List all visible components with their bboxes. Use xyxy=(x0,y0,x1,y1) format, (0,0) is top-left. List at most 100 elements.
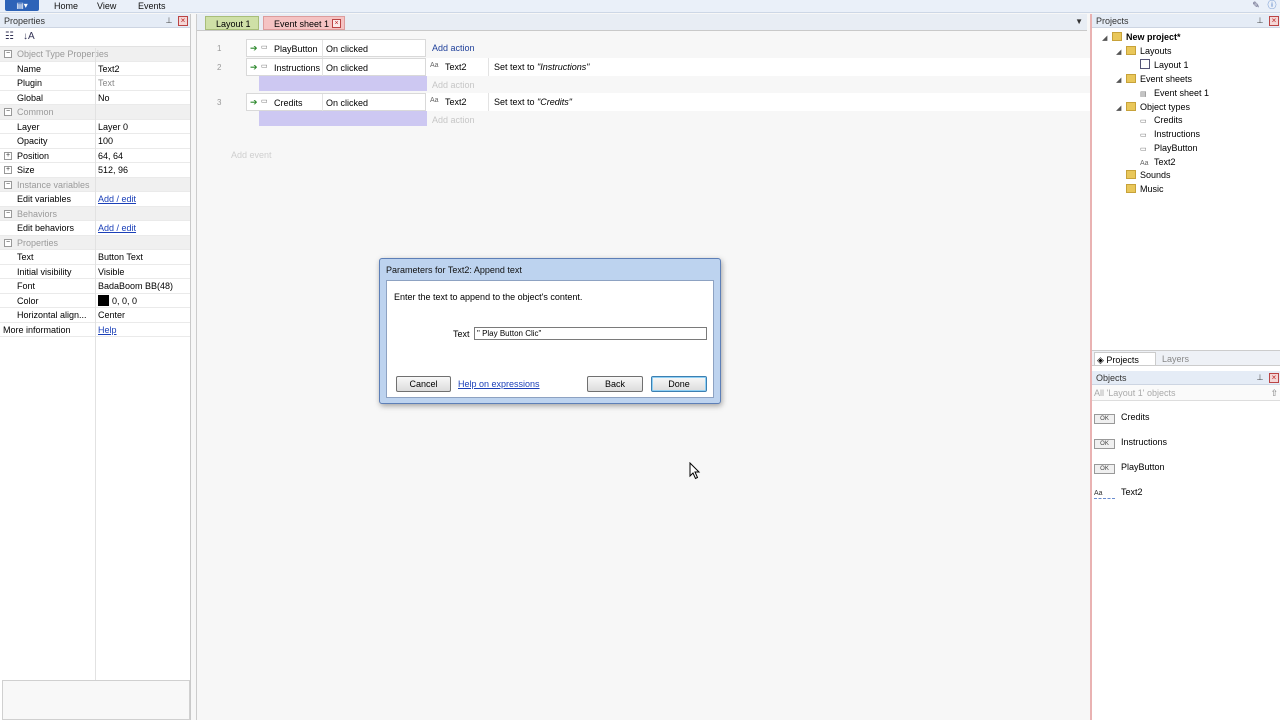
property-name: Layer xyxy=(17,121,40,132)
pin-icon[interactable]: ⊥ xyxy=(164,15,174,26)
property-link[interactable]: Help xyxy=(98,323,190,337)
color-swatch[interactable] xyxy=(98,294,109,306)
tree-item-event-sheet-1[interactable]: ▤ Event sheet 1 xyxy=(1140,87,1209,100)
ribbon-tab-home[interactable]: Home xyxy=(54,0,78,12)
event-condition[interactable]: ➔ ▭ Credits On clicked xyxy=(246,93,426,112)
text-expression-input[interactable] xyxy=(474,327,707,340)
object-item-credits[interactable]: OK Credits xyxy=(1094,410,1150,424)
add-action-link[interactable]: Add action xyxy=(432,80,475,90)
object-item-text2[interactable]: Aa Text2 xyxy=(1094,485,1143,499)
expand-icon[interactable]: + xyxy=(4,151,12,160)
tree-label: Layouts xyxy=(1140,46,1172,56)
cancel-button[interactable]: Cancel xyxy=(396,376,451,392)
button-object-icon: ▭ xyxy=(261,44,268,51)
collapse-icon[interactable]: − xyxy=(4,209,12,218)
done-button[interactable]: Done xyxy=(651,376,707,392)
property-value[interactable]: 512, 96 xyxy=(98,163,190,177)
text-object-icon: Aa xyxy=(1094,489,1115,499)
collapse-icon[interactable]: ◢ xyxy=(1116,102,1126,115)
add-event-link[interactable]: Add event xyxy=(231,150,272,160)
tab-event-sheet-1[interactable]: Event sheet 1 × xyxy=(263,16,345,30)
object-item-playbutton[interactable]: OK PlayButton xyxy=(1094,460,1165,474)
close-icon[interactable]: × xyxy=(1269,373,1279,383)
pin-icon[interactable]: ✎ xyxy=(1251,0,1261,11)
property-value[interactable]: Text2 xyxy=(98,62,190,76)
dialog-title: Parameters for Text2: Append text xyxy=(386,265,522,275)
objects-filter[interactable]: All 'Layout 1' objects ⇧ xyxy=(1092,385,1280,401)
trigger-arrow-icon: ➔ xyxy=(250,97,258,107)
close-icon[interactable]: × xyxy=(1269,16,1279,26)
property-value[interactable]: 0, 0, 0 xyxy=(98,294,190,308)
tab-projects[interactable]: ◈ Projects xyxy=(1094,352,1156,366)
categorized-sort-icon[interactable]: ☷ xyxy=(5,31,14,42)
collapse-icon[interactable]: ◢ xyxy=(1116,74,1126,87)
info-icon[interactable]: ⓘ xyxy=(1267,0,1277,11)
tree-item-object-type[interactable]: ▭ PlayButton xyxy=(1140,142,1198,155)
close-icon[interactable]: × xyxy=(178,16,188,26)
tree-item-sounds[interactable]: Sounds xyxy=(1126,169,1171,182)
property-value[interactable]: Visible xyxy=(98,265,190,279)
event-condition[interactable]: ➔ ▭ Instructions On clicked xyxy=(246,58,426,77)
properties-panel: Properties ⊥ × ☷ ↓A − Object Type Propert… xyxy=(0,14,191,720)
event-number: 1 xyxy=(217,44,222,53)
tree-item-layout-1[interactable]: Layout 1 xyxy=(1140,59,1189,72)
alphabetical-sort-icon[interactable]: ↓A xyxy=(23,31,35,42)
tree-item-object-types[interactable]: ◢ Object types xyxy=(1116,101,1190,114)
tree-item-music[interactable]: Music xyxy=(1126,183,1164,196)
property-value[interactable]: 100 xyxy=(98,134,190,148)
collapse-icon[interactable]: − xyxy=(4,238,12,247)
objects-title-bar: Objects ⊥ × xyxy=(1092,371,1280,385)
application-menu-button[interactable]: ▤▾ xyxy=(5,0,39,11)
collapse-icon[interactable]: ◢ xyxy=(1102,32,1112,45)
property-name: Text xyxy=(17,252,34,262)
tab-label: Layout 1 xyxy=(216,19,251,29)
event-action[interactable]: Aa Text2 Set text to "Instructions" xyxy=(426,58,1100,76)
tab-layout-1[interactable]: Layout 1 xyxy=(205,16,259,30)
up-folder-icon[interactable]: ⇧ xyxy=(1270,385,1278,401)
pin-icon[interactable]: ⊥ xyxy=(1255,372,1265,383)
collapse-icon[interactable]: − xyxy=(4,180,12,189)
collapse-icon[interactable]: ◢ xyxy=(1116,46,1126,59)
condition-object: Instructions xyxy=(274,63,321,73)
tab-list-dropdown-icon[interactable]: ▼ xyxy=(1075,17,1083,26)
close-icon[interactable]: × xyxy=(332,19,341,28)
collapse-icon[interactable]: − xyxy=(4,108,12,116)
tab-layers[interactable]: Layers xyxy=(1160,352,1189,366)
tree-item-event-sheets[interactable]: ◢ Event sheets xyxy=(1116,73,1192,86)
ribbon-tab-view[interactable]: View xyxy=(97,0,116,12)
tree-item-object-type[interactable]: ▭ Instructions xyxy=(1140,128,1200,141)
action-argument: "Credits" xyxy=(537,97,572,107)
collapse-icon[interactable]: − xyxy=(4,50,12,58)
ribbon-tab-events[interactable]: Events xyxy=(138,0,166,12)
add-action-link[interactable]: Add action xyxy=(432,43,475,53)
tree-item-layouts[interactable]: ◢ Layouts xyxy=(1116,45,1172,58)
trigger-arrow-icon: ➔ xyxy=(250,43,258,53)
help-on-expressions-link[interactable]: Help on expressions xyxy=(458,379,540,389)
back-button[interactable]: Back xyxy=(587,376,643,392)
event-number: 2 xyxy=(217,63,222,72)
tree-item-project[interactable]: ◢ New project* xyxy=(1102,31,1181,44)
property-link[interactable]: Add / edit xyxy=(98,221,190,235)
property-value[interactable]: Text xyxy=(98,76,190,90)
property-value[interactable]: Center xyxy=(98,308,190,322)
event-condition[interactable]: ➔ ▭ PlayButton On clicked xyxy=(246,39,426,58)
pin-icon[interactable]: ⊥ xyxy=(1255,15,1265,26)
property-value[interactable]: BadaBoom BB(48) xyxy=(98,279,190,293)
object-item-instructions[interactable]: OK Instructions xyxy=(1094,435,1167,449)
property-name: Edit variables xyxy=(17,194,72,204)
property-value[interactable]: No xyxy=(98,91,190,105)
property-value[interactable]: Button Text xyxy=(98,250,190,264)
button-object-icon: ▭ xyxy=(1140,132,1147,139)
append-text-dialog: Parameters for Text2: Append text Enter … xyxy=(379,258,721,404)
tree-item-object-type[interactable]: ▭ Credits xyxy=(1140,114,1183,127)
ribbon: ▤▾ Home View Events ✎ ⓘ xyxy=(0,0,1280,13)
add-action-link[interactable]: Add action xyxy=(432,115,475,125)
expand-icon[interactable]: + xyxy=(4,166,12,174)
tree-item-object-type[interactable]: Aa Text2 xyxy=(1140,156,1176,169)
action-text: Set text to "Credits" xyxy=(494,97,572,107)
condition-object: PlayButton xyxy=(274,44,318,54)
event-action[interactable]: Aa Text2 Set text to "Credits" xyxy=(426,93,1100,111)
property-value[interactable]: 64, 64 xyxy=(98,149,190,163)
property-value[interactable]: Layer 0 xyxy=(98,120,190,134)
property-link[interactable]: Add / edit xyxy=(98,192,190,206)
